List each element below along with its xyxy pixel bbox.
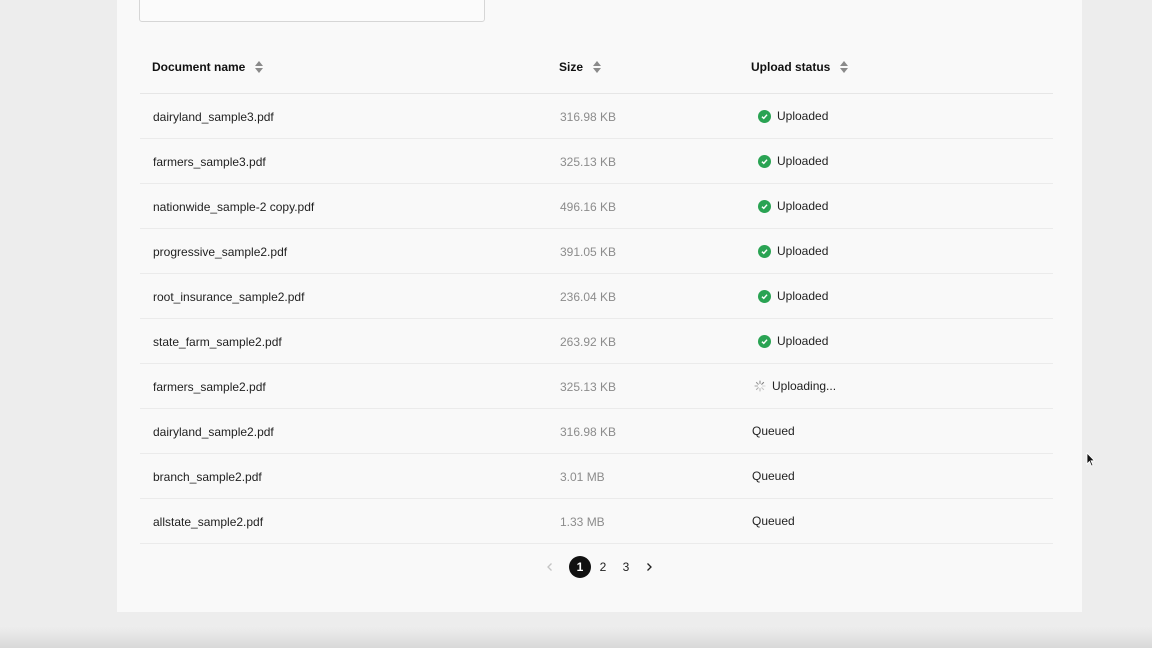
document-size-cell: 263.92 KB (560, 335, 617, 349)
check-circle-icon (758, 289, 771, 303)
sort-icon[interactable] (840, 60, 849, 74)
document-size-cell: 325.13 KB (560, 380, 617, 394)
upload-status-cell: Uploaded (752, 334, 828, 348)
table-row[interactable]: dairyland_sample2.pdf 316.98 KB Queued (140, 409, 1053, 454)
document-name-cell: farmers_sample2.pdf (153, 380, 266, 394)
upload-status-cell: Queued (752, 469, 795, 483)
upload-status-label: Queued (752, 514, 795, 528)
document-size-cell: 1.33 MB (560, 515, 605, 529)
document-size-cell: 3.01 MB (560, 470, 605, 484)
document-name-cell: progressive_sample2.pdf (153, 245, 288, 259)
document-size-cell: 316.98 KB (560, 425, 617, 439)
document-name-cell: nationwide_sample-2 copy.pdf (153, 200, 315, 214)
mouse-cursor-icon (1086, 452, 1096, 467)
upload-status-label: Uploading... (772, 379, 837, 393)
check-circle-icon (758, 109, 771, 123)
table-row[interactable]: farmers_sample3.pdf 325.13 KB Uploaded (140, 139, 1053, 184)
table-row[interactable]: state_farm_sample2.pdf 263.92 KB Uploaded (140, 319, 1053, 364)
table-row[interactable]: farmers_sample2.pdf 325.13 KB Uploading... (140, 364, 1053, 409)
upload-status-label: Uploaded (777, 334, 829, 348)
pagination: 1 2 3 (117, 555, 1082, 579)
document-size-cell: 316.98 KB (560, 110, 617, 124)
header-size[interactable]: Size (559, 60, 602, 74)
upload-status-label: Uploaded (777, 109, 829, 123)
upload-status-cell: Uploaded (752, 109, 828, 123)
upload-dropzone[interactable] (139, 0, 485, 22)
pagination-page-3[interactable]: 3 (615, 556, 637, 578)
upload-status-cell: Queued (752, 514, 795, 528)
document-size-cell: 325.13 KB (560, 155, 617, 169)
pagination-page-2[interactable]: 2 (592, 556, 614, 578)
document-name-cell: state_farm_sample2.pdf (153, 335, 282, 349)
upload-status-label: Queued (752, 424, 795, 438)
document-size-cell: 391.05 KB (560, 245, 617, 259)
document-size-cell: 496.16 KB (560, 200, 617, 214)
spinner-icon (754, 380, 766, 392)
documents-table: Document name Size Upload status dairyla… (140, 44, 1053, 544)
table-row[interactable]: branch_sample2.pdf 3.01 MB Queued (140, 454, 1053, 499)
document-name-cell: farmers_sample3.pdf (153, 155, 266, 169)
header-document-name[interactable]: Document name (152, 60, 264, 74)
document-name-cell: root_insurance_sample2.pdf (153, 290, 305, 304)
upload-status-cell: Uploaded (752, 154, 828, 168)
upload-status-label: Uploaded (777, 199, 829, 213)
document-name-cell: dairyland_sample2.pdf (153, 425, 274, 439)
upload-status-label: Uploaded (777, 244, 829, 258)
header-size-label: Size (559, 60, 584, 74)
upload-status-label: Uploaded (777, 154, 829, 168)
pagination-prev-button[interactable] (539, 556, 561, 578)
header-upload-status-label: Upload status (751, 60, 831, 74)
check-circle-icon (758, 334, 771, 348)
sort-icon[interactable] (255, 60, 264, 74)
table-row[interactable]: nationwide_sample-2 copy.pdf 496.16 KB Upl… (140, 184, 1053, 229)
document-name-cell: allstate_sample2.pdf (153, 515, 264, 529)
upload-status-cell: Queued (752, 424, 795, 438)
upload-status-label: Uploaded (777, 289, 829, 303)
table-row[interactable]: dairyland_sample3.pdf 316.98 KB Uploaded (140, 94, 1053, 139)
document-name-cell: dairyland_sample3.pdf (153, 110, 274, 124)
table-row[interactable]: progressive_sample2.pdf 391.05 KB Uploaded (140, 229, 1053, 274)
check-circle-icon (758, 154, 771, 168)
upload-status-cell: Uploaded (752, 199, 828, 213)
upload-panel: Document name Size Upload status dairyla… (117, 0, 1082, 612)
table-header: Document name Size Upload status (140, 44, 1053, 94)
header-document-name-label: Document name (152, 60, 246, 74)
table-body: dairyland_sample3.pdf 316.98 KB Uploaded fa… (140, 94, 1053, 544)
sort-icon[interactable] (593, 60, 602, 74)
chevron-left-icon (547, 563, 552, 571)
check-circle-icon (758, 244, 771, 258)
table-row[interactable]: root_insurance_sample2.pdf 236.04 KB Uploa… (140, 274, 1053, 319)
document-name-cell: branch_sample2.pdf (153, 470, 262, 484)
upload-status-cell: Uploading... (752, 379, 836, 393)
table-row[interactable]: allstate_sample2.pdf 1.33 MB Queued (140, 499, 1053, 544)
chevron-right-icon (647, 563, 652, 571)
window-bottom-edge (0, 626, 1152, 648)
upload-status-cell: Uploaded (752, 244, 828, 258)
check-circle-icon (758, 199, 771, 213)
upload-status-cell: Uploaded (752, 289, 828, 303)
pagination-page-1[interactable]: 1 (569, 556, 591, 578)
document-size-cell: 236.04 KB (560, 290, 617, 304)
header-upload-status[interactable]: Upload status (751, 60, 849, 74)
pagination-next-button[interactable] (638, 556, 660, 578)
upload-status-label: Queued (752, 469, 795, 483)
